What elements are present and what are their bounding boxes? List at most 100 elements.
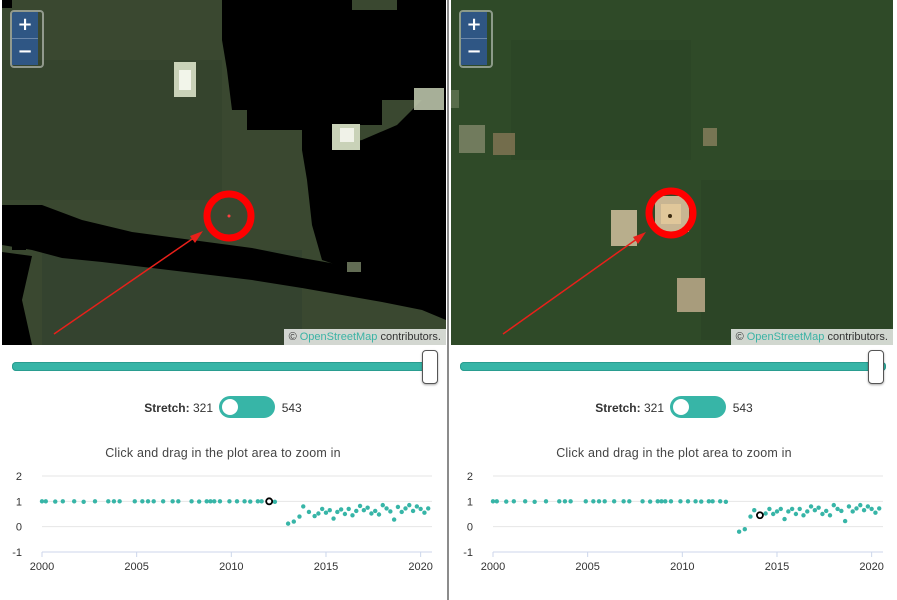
- time-series-chart[interactable]: -1 0 1 2 2000 2005 2010 2015 2020: [0, 468, 446, 588]
- x-tick-label: 2015: [765, 561, 789, 573]
- slider-track[interactable]: [12, 362, 438, 371]
- data-point: [395, 504, 401, 510]
- data-point: [342, 511, 348, 517]
- data-point: [820, 511, 825, 517]
- right-panel: + − © OpenStreetMap contributors. Stretch…: [451, 0, 897, 600]
- satellite-map[interactable]: + − © OpenStreetMap contributors.: [451, 0, 893, 345]
- data-point: [797, 506, 802, 512]
- stretch-max-value: 543: [732, 401, 753, 415]
- data-point: [422, 510, 427, 515]
- data-point: [827, 513, 833, 518]
- zoom-out-button[interactable]: −: [12, 39, 38, 65]
- data-point: [659, 499, 664, 504]
- data-point: [132, 499, 137, 504]
- zoom-in-button[interactable]: +: [461, 12, 487, 39]
- openstreetmap-link[interactable]: OpenStreetMap: [747, 331, 825, 343]
- stretch-toggle[interactable]: [670, 396, 727, 419]
- zoom-out-button[interactable]: −: [461, 39, 487, 65]
- data-point: [407, 502, 412, 508]
- data-point: [217, 499, 223, 504]
- data-point: [873, 510, 878, 515]
- data-point: [602, 499, 607, 504]
- slider-track[interactable]: [460, 362, 886, 371]
- data-point: [346, 506, 351, 512]
- data-point: [234, 499, 240, 504]
- data-point: [685, 499, 691, 504]
- data-point: [145, 499, 151, 504]
- stretch-toggle[interactable]: [219, 396, 276, 419]
- data-point: [699, 499, 704, 504]
- satellite-imagery: [2, 0, 446, 345]
- data-point: [752, 508, 757, 513]
- slider-handle[interactable]: [868, 350, 884, 384]
- data-point: [327, 508, 332, 513]
- data-point: [426, 506, 431, 511]
- x-tick-label: 2005: [124, 561, 148, 573]
- data-point: [312, 513, 317, 519]
- zoom-control: + −: [459, 10, 493, 68]
- data-point: [824, 508, 829, 514]
- map-attribution: © OpenStreetMap contributors.: [283, 329, 446, 345]
- data-point: [842, 518, 848, 524]
- data-point: [706, 499, 712, 504]
- openstreetmap-link[interactable]: OpenStreetMap: [300, 331, 378, 343]
- data-point: [399, 509, 404, 515]
- stretch-min-value: 321: [192, 401, 213, 415]
- data-point: [255, 499, 261, 504]
- data-point: [306, 509, 312, 515]
- stretch-control: Stretch: 321 543: [451, 395, 897, 421]
- data-point: [43, 499, 48, 504]
- data-point: [301, 504, 306, 509]
- data-point: [557, 499, 562, 504]
- data-point: [160, 499, 166, 504]
- zoom-control: + −: [10, 10, 44, 68]
- stretch-control: Stretch: 321 543: [0, 395, 446, 421]
- data-point: [388, 509, 393, 514]
- data-point: [869, 506, 874, 512]
- data-point: [331, 516, 336, 521]
- data-point: [816, 505, 821, 510]
- data-point: [596, 499, 602, 504]
- data-point: [850, 509, 855, 514]
- x-tick-label: 2000: [30, 561, 54, 573]
- slider-handle[interactable]: [422, 350, 438, 384]
- data-point: [717, 499, 723, 504]
- y-tick-label: -1: [12, 547, 22, 559]
- data-point: [786, 509, 791, 514]
- data-point: [793, 511, 799, 517]
- data-point: [668, 499, 674, 504]
- data-point: [504, 499, 509, 504]
- data-point: [316, 511, 321, 516]
- data-point: [369, 511, 374, 516]
- data-point: [81, 499, 86, 505]
- data-point: [350, 513, 355, 518]
- data-point: [742, 527, 747, 532]
- data-point: [151, 499, 156, 504]
- data-point: [106, 499, 111, 504]
- data-point: [562, 499, 568, 504]
- x-tick-label: 2010: [670, 561, 694, 573]
- data-point: [877, 506, 882, 511]
- satellite-imagery: [451, 0, 893, 345]
- date-slider[interactable]: [460, 350, 886, 384]
- data-point: [111, 499, 117, 504]
- data-point: [763, 511, 768, 516]
- time-series-chart[interactable]: -1 0 1 2 2000 2005 2010 2015 2020: [451, 468, 897, 588]
- toggle-knob[interactable]: [222, 399, 239, 416]
- date-slider[interactable]: [12, 350, 438, 384]
- data-point: [297, 514, 302, 519]
- satellite-map[interactable]: + − © OpenStreetMap contributors.: [2, 0, 446, 345]
- selected-data-point: [265, 497, 274, 506]
- data-point: [196, 499, 202, 504]
- data-point: [865, 504, 871, 509]
- data-point: [789, 506, 795, 512]
- data-point: [208, 499, 213, 504]
- toggle-knob[interactable]: [673, 399, 690, 416]
- zoom-in-button[interactable]: +: [12, 12, 38, 39]
- stretch-label: Stretch:: [144, 401, 190, 415]
- data-point: [655, 499, 660, 504]
- stretch-min-value: 321: [643, 401, 664, 415]
- data-point: [227, 499, 232, 504]
- selected-data-point: [756, 511, 764, 520]
- data-point: [532, 499, 537, 505]
